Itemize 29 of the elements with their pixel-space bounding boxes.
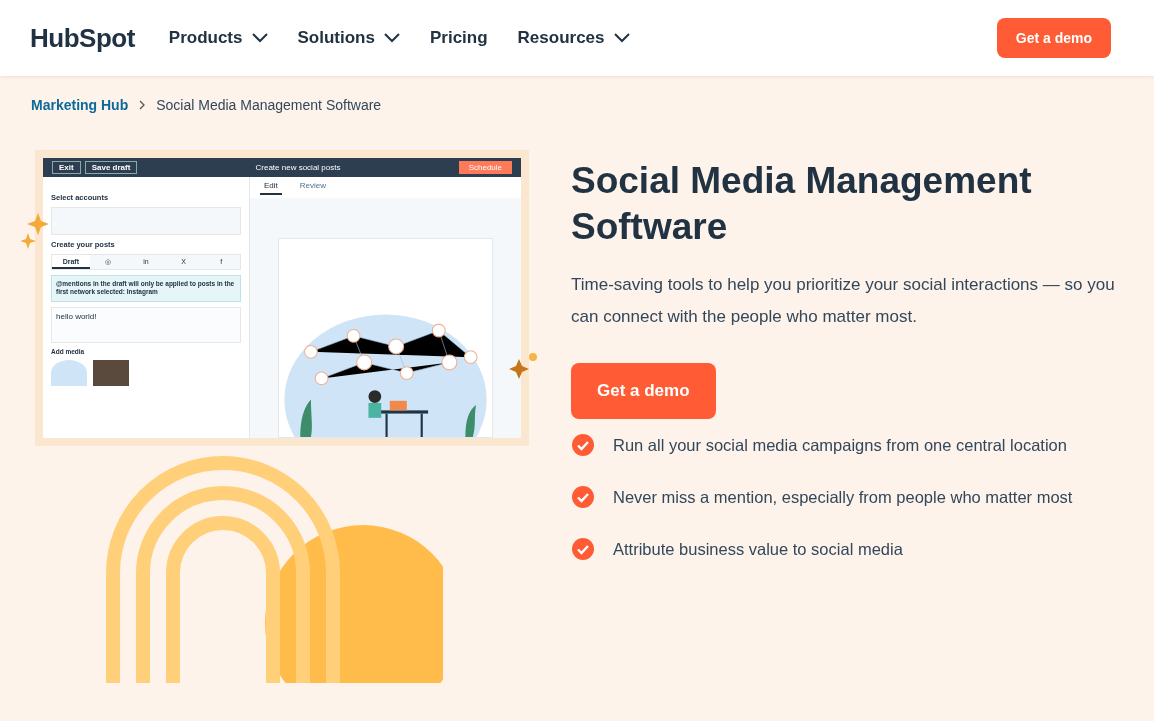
sparkle-icon (509, 353, 537, 379)
hubspot-logo[interactable]: HubSpot (30, 22, 135, 54)
hero-description: Time-saving tools to help you prioritize your social interactions — so you can connect with the people who matter most. (571, 273, 1116, 328)
nav-menu-item[interactable]: Solutions (297, 28, 400, 48)
app-tab[interactable]: Review (295, 180, 331, 195)
feature-text: Run all your social media campaigns from one central location (613, 435, 1067, 455)
page-title: Social Media Management Software (571, 159, 1033, 250)
nav-menu-item[interactable]: Resources (517, 28, 630, 48)
check-circle-icon (571, 433, 595, 458)
breadcrumb-item: Social Media Management Software (156, 97, 382, 113)
chevron-right-icon (139, 100, 146, 110)
draft-field[interactable]: hello world! (51, 306, 241, 343)
app-tab[interactable]: Edit (260, 180, 282, 195)
check-circle-icon (571, 485, 595, 510)
app-title: Create new social posts (254, 163, 342, 172)
breadcrumb-item[interactable]: Marketing Hub (31, 97, 129, 113)
app-button[interactable]: Save draft (84, 161, 138, 174)
nav-menu-item[interactable]: Pricing (429, 28, 488, 48)
photo-placeholder (93, 359, 129, 386)
chevron-down-icon (251, 33, 268, 43)
feature-text: Attribute business value to social media (613, 539, 903, 559)
account-selector[interactable] (51, 207, 241, 235)
chevron-down-icon (383, 33, 400, 43)
nav-menu-item[interactable]: Products (168, 28, 268, 48)
app-button[interactable]: Exit (52, 161, 81, 174)
check-circle-icon (571, 537, 595, 562)
chevron-down-icon (613, 33, 630, 43)
feature-text: Never miss a mention, especially from people who matter most (613, 487, 1073, 507)
image-thumbnail (51, 359, 87, 386)
